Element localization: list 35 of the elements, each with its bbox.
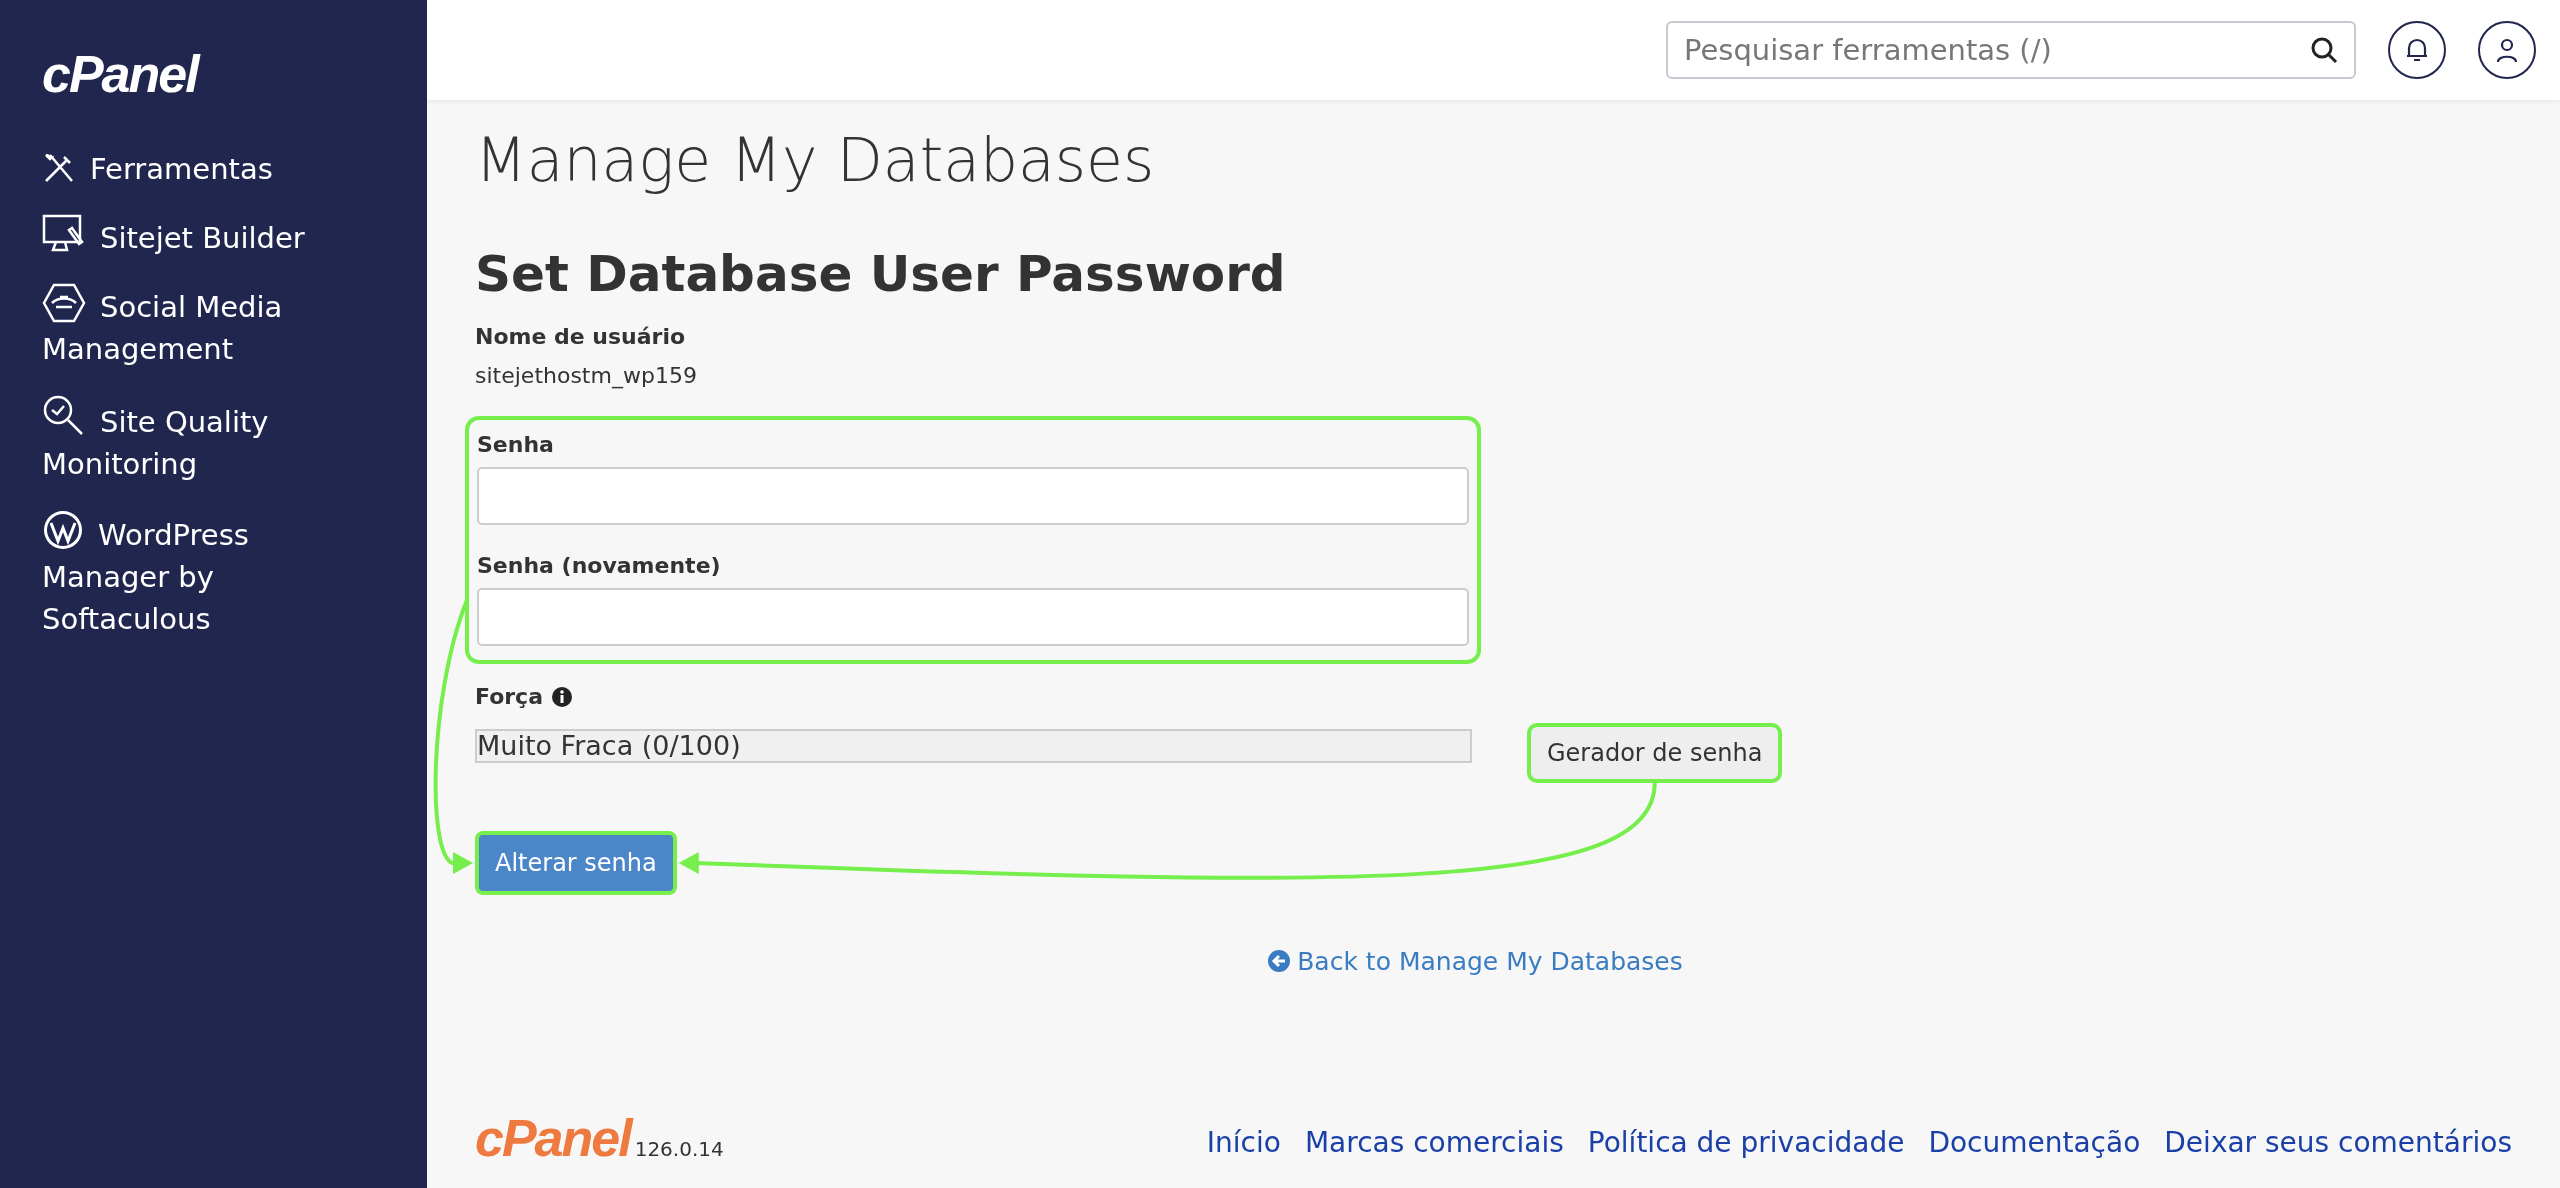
footer-link[interactable]: Deixar seus comentários bbox=[2164, 1122, 2512, 1164]
search-field[interactable]: Pesquisar ferramentas (/) bbox=[1666, 21, 2356, 79]
password-field[interactable] bbox=[477, 467, 1469, 525]
bell-icon bbox=[2405, 37, 2429, 63]
strength-text: Muito Fraca (0/100) bbox=[477, 730, 741, 761]
footer-link[interactable]: Marcas comerciais bbox=[1304, 1122, 1564, 1164]
footer-link[interactable]: Início bbox=[1206, 1122, 1281, 1164]
strength-label: Força bbox=[475, 683, 543, 711]
user-button[interactable] bbox=[2478, 21, 2536, 79]
username-value: sitejethostm_wp159 bbox=[475, 362, 698, 391]
notifications-button[interactable] bbox=[2388, 21, 2446, 79]
footer-link[interactable]: Política de privacidade bbox=[1587, 1122, 1905, 1164]
info-icon bbox=[551, 685, 573, 708]
change-password-button[interactable]: Alterar senha bbox=[475, 831, 677, 895]
hexagon-icon bbox=[42, 283, 86, 324]
user-icon bbox=[2495, 37, 2519, 63]
sidebar-item[interactable]: Ferramentas bbox=[42, 148, 342, 191]
search-icon bbox=[2310, 36, 2338, 64]
sidebar-item[interactable]: Social Media Management bbox=[42, 283, 342, 371]
version-text: 126.0.14 bbox=[634, 1136, 724, 1163]
field-label: Senha (novamente) bbox=[477, 552, 722, 580]
footer-logo: cPanel bbox=[475, 1112, 631, 1164]
logo: cPanel bbox=[42, 48, 201, 100]
field-label: Senha bbox=[477, 431, 555, 459]
section-title: Set Database User Password bbox=[475, 244, 1287, 304]
sidebar-item[interactable]: Site Quality Monitoring bbox=[42, 394, 342, 486]
password-generator-button[interactable]: Gerador de senha bbox=[1527, 723, 1783, 783]
password-field[interactable] bbox=[477, 588, 1469, 646]
back-link[interactable]: Back to Manage My Databases bbox=[1267, 947, 1683, 976]
footer-link[interactable]: Documentação bbox=[1928, 1122, 2141, 1164]
wordpress-logo-icon bbox=[42, 509, 84, 552]
sidebar-item[interactable]: Sitejet Builder bbox=[42, 214, 342, 260]
field-label: Nome de usuário bbox=[475, 323, 687, 351]
page-title: Manage My Databases bbox=[475, 124, 1156, 196]
sidebar-item[interactable]: WordPress Manager by Softaculous bbox=[42, 509, 342, 641]
